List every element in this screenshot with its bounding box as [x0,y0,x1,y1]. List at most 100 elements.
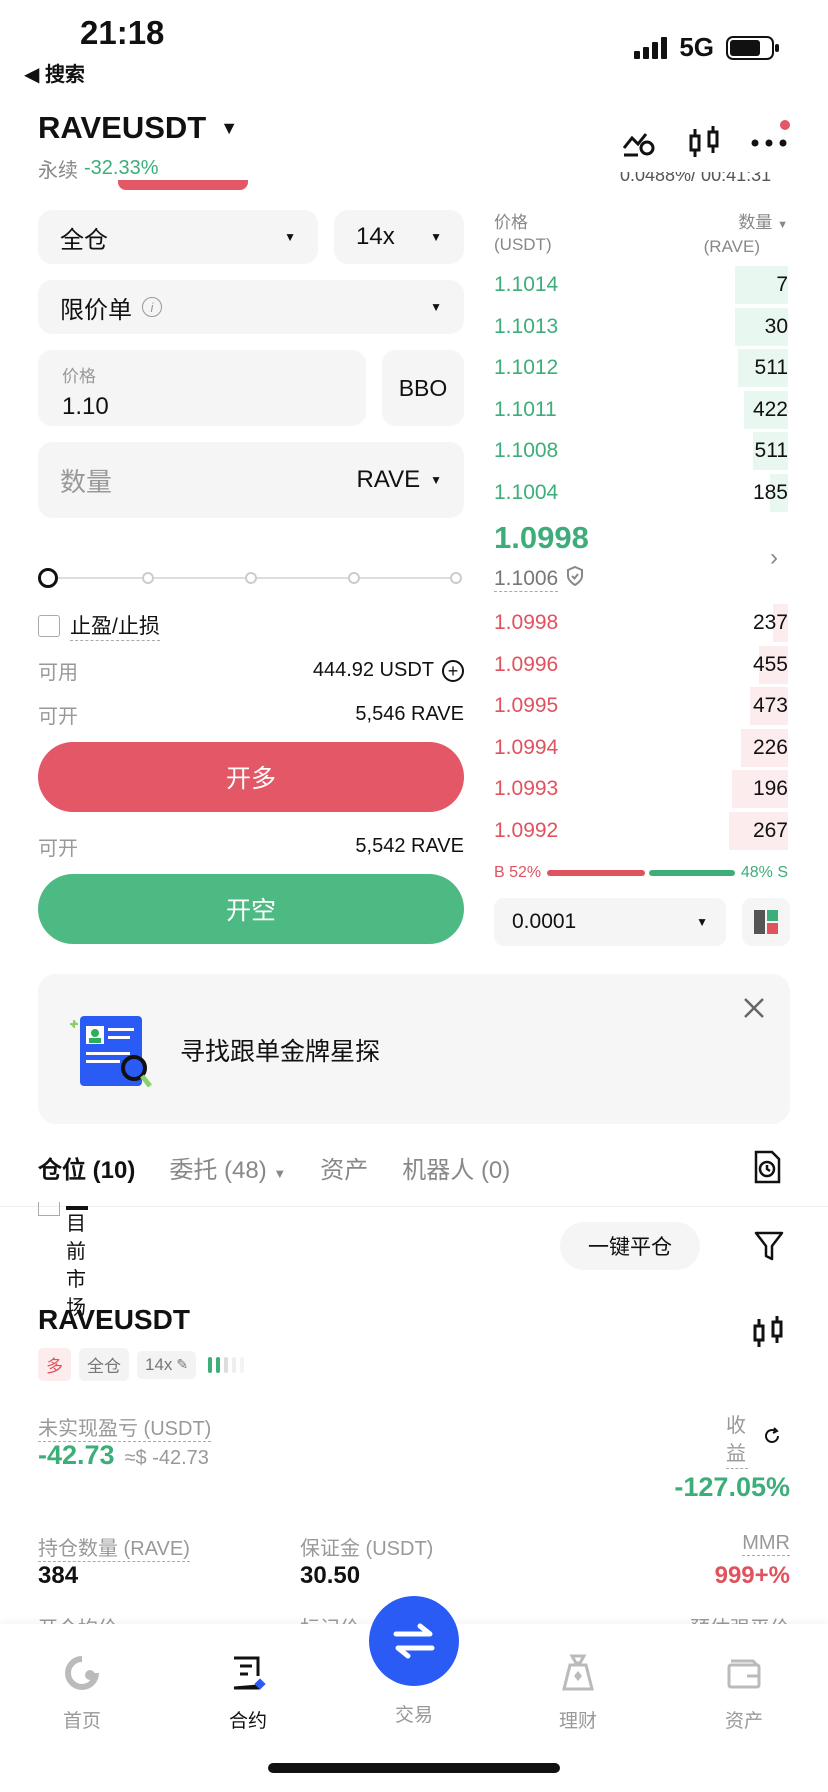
more-icon[interactable] [750,120,790,148]
leverage-tag-value: 14x [145,1354,173,1374]
tick-size-value: 0.0001 [512,910,577,933]
chart-icon[interactable] [752,1316,784,1355]
ask-row[interactable]: 1.1011 422 [494,389,788,431]
ask-row[interactable]: 1.1008 511 [494,430,788,472]
row-qty: 511 [754,439,788,462]
quantity-unit: RAVE [356,466,421,493]
refresh-icon[interactable] [762,1426,782,1451]
tpsl-label: 止盈/止损 [70,610,160,641]
bid-row[interactable]: 1.0994 226 [494,727,788,769]
add-funds-icon[interactable]: + [442,659,464,682]
buy-sell-ratio: B 52% 48% S [494,864,788,882]
red-underline-remnant [118,180,248,190]
ask-row[interactable]: 1.1004 185 [494,472,788,514]
filter-icon[interactable] [754,1230,784,1267]
max-open-long-label: 可开 [38,706,78,728]
edit-icon: ✎ [176,1356,189,1372]
price-input[interactable]: 价格 1.10 [38,350,366,426]
max-open-short-row: 可开 5,542 RAVE [38,832,464,861]
nav-finance-label: 理财 [558,1711,597,1732]
mode-tag: 全仓 [79,1348,129,1381]
nav-assets[interactable]: 资产 [694,1650,794,1733]
nav-contract[interactable]: 合约 [198,1650,298,1733]
order-type-select[interactable]: 限价单 i ▼ [38,280,464,334]
ask-row[interactable]: 1.1012 511 [494,347,788,389]
unrealized-value: -42.73 [38,1440,115,1470]
close-all-button[interactable]: 一键平仓 [560,1222,700,1270]
slider-step [245,572,257,584]
pair-name: RAVEUSDT [38,110,207,145]
position-symbol[interactable]: RAVEUSDT [38,1304,190,1336]
pair-selector[interactable]: RAVEUSDT ▼ [38,110,238,146]
bid-row[interactable]: 1.0992 267 [494,810,788,852]
bid-row[interactable]: 1.0996 455 [494,644,788,686]
open-long-button[interactable]: 开多 [38,742,464,812]
slider-handle[interactable] [38,568,58,588]
available-row: 可用 444.92 USDT + [38,656,464,685]
info-icon[interactable]: i [142,297,162,317]
qty-column-header: 数量 [738,213,773,232]
unrealized-label: 未实现盈亏 (USDT) [38,1412,212,1442]
tab-orders[interactable]: 委托 (48) ▼ [169,1150,286,1185]
current-market-checkbox[interactable] [38,1202,60,1216]
finance-icon [528,1650,628,1696]
ask-row[interactable]: 1.1013 30 [494,306,788,348]
ask-row[interactable]: 1.1014 7 [494,264,788,306]
back-to-search[interactable]: ◀ 搜索 [24,58,85,87]
margin-label: 保证金 (USDT) [300,1538,434,1560]
bbo-button[interactable]: BBO [382,350,464,426]
row-qty: 473 [752,694,788,717]
tab-bots[interactable]: 机器人 (0) [402,1150,510,1185]
unrealized-values: -42.73 ≈$ -42.73 [38,1440,209,1471]
bid-row[interactable]: 1.0993 196 [494,768,788,810]
size-value: 384 [38,1562,79,1589]
row-qty: 511 [754,356,788,379]
tab-assets[interactable]: 资产 [320,1150,368,1185]
banner-text: 寻找跟单金牌星探 [180,1038,381,1066]
sell-ratio-bar [648,870,735,876]
history-icon[interactable] [752,1150,782,1189]
bid-row[interactable]: 1.0998 237 [494,602,788,644]
qty-column-unit: (RAVE) [703,237,760,256]
bid-row[interactable]: 1.0995 473 [494,685,788,727]
tpsl-checkbox[interactable] [38,614,60,637]
close-icon[interactable] [742,996,766,1025]
margin-mode-select[interactable]: 全仓 ▼ [38,210,318,264]
tick-size-select[interactable]: 0.0001 ▼ [494,898,726,946]
row-price: 1.0995 [494,694,559,717]
swap-icon [369,1596,459,1686]
quantity-unit-select[interactable]: RAVE ▼ [357,466,442,494]
wallet-icon [694,1650,794,1696]
price-alert-icon[interactable] [622,128,658,158]
chevron-right-icon[interactable]: › [770,544,778,572]
quantity-slider[interactable] [38,566,464,590]
risk-level-indicator [208,1356,245,1373]
side-tag: 多 [38,1348,71,1381]
roe-label: 收益 [726,1412,748,1469]
contract-type: 永续 [38,160,78,182]
chevron-down-icon: ▼ [430,300,442,314]
candlestick-icon[interactable] [688,126,720,160]
price-change: -32.33% [84,157,159,179]
chevron-down-icon: ▼ [284,230,296,244]
copy-trading-banner[interactable]: 寻找跟单金牌星探 [38,974,790,1124]
margin-value: 30.50 [300,1562,361,1589]
row-price: 1.1011 [494,397,557,421]
leverage-select[interactable]: 14x ▼ [334,210,464,264]
nav-trade[interactable]: 交易 [364,1596,464,1727]
quantity-placeholder: 数量 [60,466,113,497]
tab-positions[interactable]: 仓位 (10) [38,1150,135,1185]
nav-home[interactable]: 首页 [32,1650,132,1733]
last-price: 1.0998 [494,520,589,555]
open-short-button[interactable]: 开空 [38,874,464,944]
slider-step [142,572,154,584]
leverage-tag[interactable]: 14x ✎ [137,1350,197,1379]
qty-column-header-group[interactable]: 数量 ▼ (RAVE) [704,212,788,258]
orderbook-layout-button[interactable] [742,898,790,946]
nav-finance[interactable]: 理财 [528,1650,628,1733]
quantity-input[interactable]: 数量 RAVE ▼ [38,442,464,518]
row-price: 1.1004 [494,480,559,504]
close-all-label: 一键平仓 [588,1236,672,1259]
tpsl-checkbox-row[interactable]: 止盈/止损 [38,610,160,641]
home-indicator [268,1763,560,1773]
